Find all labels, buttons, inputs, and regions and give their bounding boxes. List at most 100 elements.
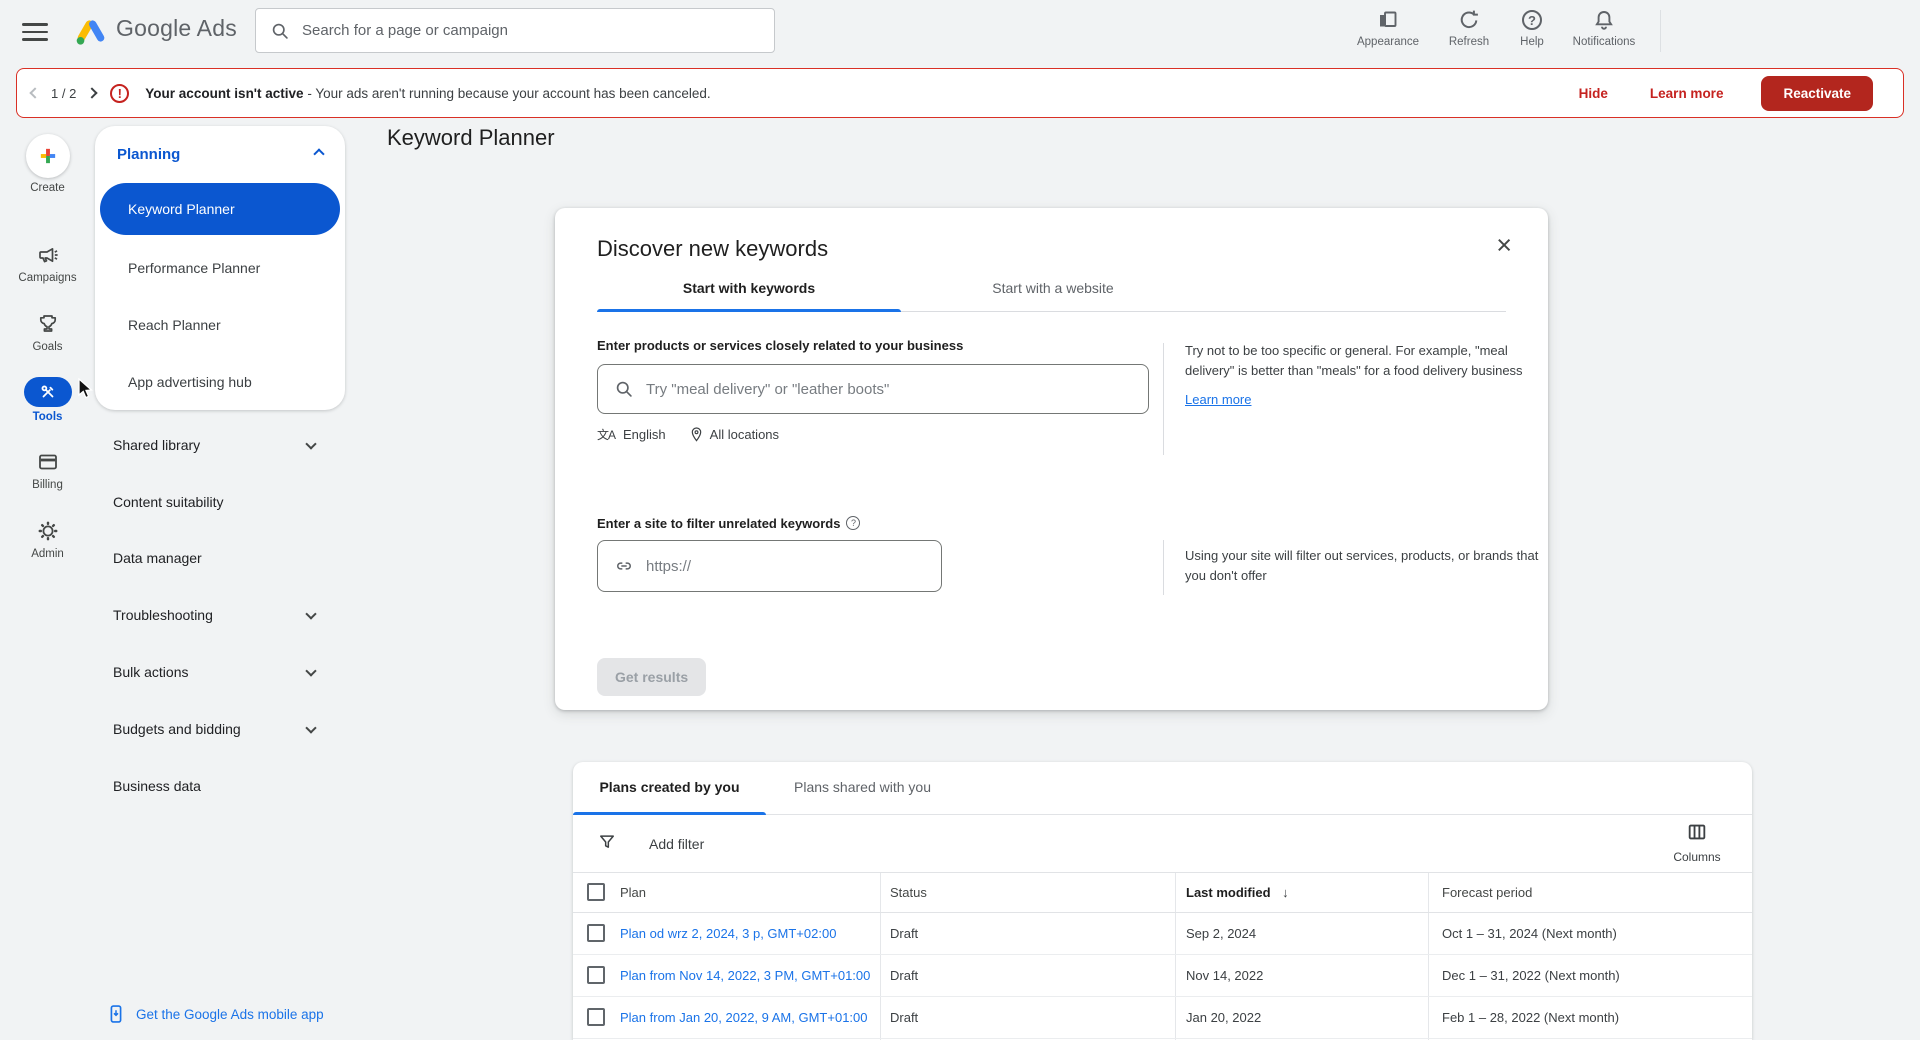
mobile-app-link[interactable]: Get the Google Ads mobile app — [106, 1003, 324, 1025]
row-checkbox[interactable] — [587, 1008, 605, 1026]
plan-forecast-period: Feb 1 – 28, 2022 (Next month) — [1442, 1010, 1619, 1025]
columns-icon — [1686, 821, 1708, 843]
sidebar-item-performance-planner[interactable]: Performance Planner — [128, 260, 260, 276]
chevron-up-icon[interactable] — [313, 148, 324, 159]
help-circle-icon[interactable]: ? — [846, 516, 860, 530]
language-selector[interactable]: English — [623, 427, 666, 442]
sidebar-item-budgets-and-bidding[interactable]: Budgets and bidding — [95, 720, 345, 742]
tab-plans-created-by-you[interactable]: Plans created by you — [573, 779, 766, 795]
rail-item-billing[interactable]: Billing — [0, 449, 95, 491]
plan-forecast-period: Oct 1 – 31, 2024 (Next month) — [1442, 926, 1617, 941]
discover-new-keywords-dialog: Discover new keywords × Start with keywo… — [555, 208, 1548, 710]
learn-more-button[interactable]: Learn more — [1650, 86, 1724, 101]
plans-table-card: Plans created by you Plans shared with y… — [573, 762, 1752, 1040]
banner-pagination: 1 / 2 — [51, 86, 76, 101]
banner-prev-icon[interactable] — [29, 87, 40, 98]
notifications-button[interactable]: Notifications — [1562, 7, 1646, 48]
column-header-last-modified[interactable]: Last modified ↓ — [1186, 885, 1289, 900]
sidebar-item-app-advertising-hub[interactable]: App advertising hub — [128, 374, 252, 390]
planning-section-toggle[interactable]: Planning — [117, 146, 180, 163]
chevron-down-icon — [305, 438, 316, 449]
google-ads-logo-icon — [74, 14, 108, 48]
reactivate-button[interactable]: Reactivate — [1761, 76, 1873, 111]
tip-divider — [1163, 540, 1164, 595]
sidebar-item-shared-library[interactable]: Shared library — [95, 436, 345, 458]
credit-card-icon — [0, 449, 95, 475]
table-row[interactable]: Plan od wrz 2, 2024, 3 p, GMT+02:00 Draf… — [573, 913, 1752, 955]
plan-link[interactable]: Plan from Nov 14, 2022, 3 PM, GMT+01:00 — [620, 968, 870, 983]
tab-plans-shared-with-you[interactable]: Plans shared with you — [766, 779, 959, 795]
plan-status: Draft — [890, 926, 918, 941]
site-input-label: Enter a site to filter unrelated keyword… — [597, 516, 860, 531]
banner-text: - Your ads aren't running because your a… — [307, 86, 710, 101]
plan-link[interactable]: Plan od wrz 2, 2024, 3 p, GMT+02:00 — [620, 926, 836, 941]
row-checkbox[interactable] — [587, 966, 605, 984]
banner-title: Your account isn't active — [145, 86, 303, 101]
column-header-status[interactable]: Status — [890, 885, 927, 900]
rail-item-goals[interactable]: Goals — [0, 311, 95, 353]
banner-message: Your account isn't active - Your ads are… — [145, 86, 710, 101]
column-header-plan[interactable]: Plan — [620, 885, 646, 900]
sidebar-item-content-suitability[interactable]: Content suitability — [95, 493, 345, 515]
sort-descending-icon: ↓ — [1282, 885, 1289, 900]
table-row[interactable]: Plan from Nov 14, 2022, 3 PM, GMT+01:00 … — [573, 955, 1752, 997]
tab-start-with-a-website[interactable]: Start with a website — [901, 280, 1205, 296]
tip-divider — [1163, 343, 1164, 455]
plans-tabs: Plans created by you Plans shared with y… — [573, 762, 1752, 815]
bell-icon — [1562, 7, 1646, 33]
plan-link[interactable]: Plan from Jan 20, 2022, 9 AM, GMT+01:00 — [620, 1010, 868, 1025]
plan-status: Draft — [890, 968, 918, 983]
select-all-checkbox[interactable] — [587, 883, 605, 901]
sidebar-item-bulk-actions[interactable]: Bulk actions — [95, 663, 345, 685]
site-input[interactable] — [646, 558, 941, 575]
add-filter-button[interactable]: Add filter — [649, 836, 704, 852]
rail-item-admin[interactable]: Admin — [0, 518, 95, 560]
sidebar-item-business-data[interactable]: Business data — [95, 777, 345, 799]
tools-icon — [24, 377, 72, 407]
hide-button[interactable]: Hide — [1579, 86, 1608, 101]
keywords-input[interactable] — [646, 381, 1148, 398]
columns-button[interactable]: Columns — [1660, 821, 1734, 864]
product-name: Google Ads — [116, 15, 237, 42]
table-header-row: Plan Status Last modified ↓ Forecast per… — [573, 873, 1752, 913]
close-icon[interactable]: × — [1496, 232, 1512, 259]
chevron-down-icon — [305, 665, 316, 676]
filter-icon[interactable] — [597, 832, 617, 852]
targeting-row: 文A English All locations — [597, 426, 779, 443]
column-header-forecast-period[interactable]: Forecast period — [1442, 885, 1532, 900]
plan-last-modified: Nov 14, 2022 — [1186, 968, 1263, 983]
rail-item-campaigns[interactable]: Campaigns — [0, 242, 95, 284]
appearance-button[interactable]: Appearance — [1346, 7, 1430, 48]
location-pin-icon — [688, 426, 705, 443]
global-search[interactable] — [255, 8, 775, 53]
sidebar-item-keyword-planner[interactable]: Keyword Planner — [100, 183, 340, 235]
sidebar-item-data-manager[interactable]: Data manager — [95, 549, 345, 571]
site-input-box[interactable] — [597, 540, 942, 592]
planning-panel: Planning Keyword Planner Performance Pla… — [95, 126, 345, 410]
megaphone-icon — [0, 242, 95, 268]
keywords-tip: Try not to be too specific or general. F… — [1185, 341, 1553, 410]
banner-next-icon[interactable] — [87, 87, 98, 98]
hamburger-menu-icon[interactable] — [22, 18, 48, 42]
locations-selector[interactable]: All locations — [710, 427, 779, 442]
help-icon: ? — [1492, 7, 1572, 33]
tip-learn-more-link[interactable]: Learn more — [1185, 390, 1251, 410]
row-checkbox[interactable] — [587, 924, 605, 942]
keywords-input-box[interactable] — [597, 364, 1149, 414]
help-button[interactable]: ? Help — [1492, 7, 1572, 48]
get-results-button[interactable]: Get results — [597, 658, 706, 696]
top-app-bar: Google Ads Appearance Refresh ? Help Not… — [0, 0, 1920, 61]
sidebar-item-troubleshooting[interactable]: Troubleshooting — [95, 606, 345, 628]
table-toolbar: Add filter Columns — [573, 815, 1752, 873]
tab-start-with-keywords[interactable]: Start with keywords — [597, 280, 901, 296]
global-search-input[interactable] — [302, 22, 774, 39]
account-alert-banner: 1 / 2 ! Your account isn't active - Your… — [16, 68, 1904, 118]
rail-item-create[interactable]: Create — [0, 134, 95, 194]
active-tab-indicator — [597, 309, 901, 312]
mouse-cursor — [76, 378, 96, 400]
chevron-down-icon — [305, 608, 316, 619]
sidebar-item-reach-planner[interactable]: Reach Planner — [128, 317, 221, 333]
translate-icon: 文A — [597, 426, 615, 443]
table-row[interactable]: Plan from Jan 20, 2022, 9 AM, GMT+01:00 … — [573, 997, 1752, 1039]
appearance-icon — [1346, 7, 1430, 33]
